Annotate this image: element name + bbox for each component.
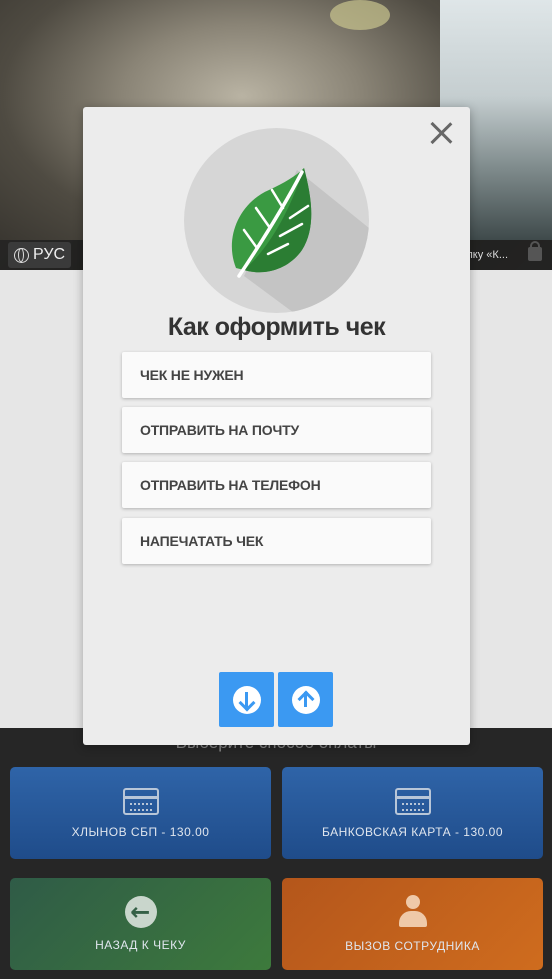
option-print-receipt[interactable]: НАПЕЧАТАТЬ ЧЕК bbox=[122, 518, 431, 564]
leaf-logo-graphic bbox=[231, 168, 369, 313]
modal-title: Как оформить чек bbox=[167, 313, 386, 341]
arrow-down-icon bbox=[232, 685, 261, 714]
option-send-email[interactable]: ОТПРАВИТЬ НА ПОЧТУ bbox=[122, 407, 431, 453]
close-icon[interactable] bbox=[427, 119, 455, 147]
receipt-modal: Как оформить чек ЧЕК НЕ НУЖЕН ОТПРАВИТЬ … bbox=[83, 107, 470, 745]
scroll-up-button[interactable] bbox=[278, 672, 333, 727]
scroll-down-button[interactable] bbox=[219, 672, 274, 727]
option-no-receipt[interactable]: ЧЕК НЕ НУЖЕН bbox=[122, 352, 431, 398]
leaf-logo bbox=[184, 128, 369, 313]
arrow-up-icon bbox=[291, 685, 320, 714]
option-send-phone[interactable]: ОТПРАВИТЬ НА ТЕЛЕФОН bbox=[122, 462, 431, 508]
